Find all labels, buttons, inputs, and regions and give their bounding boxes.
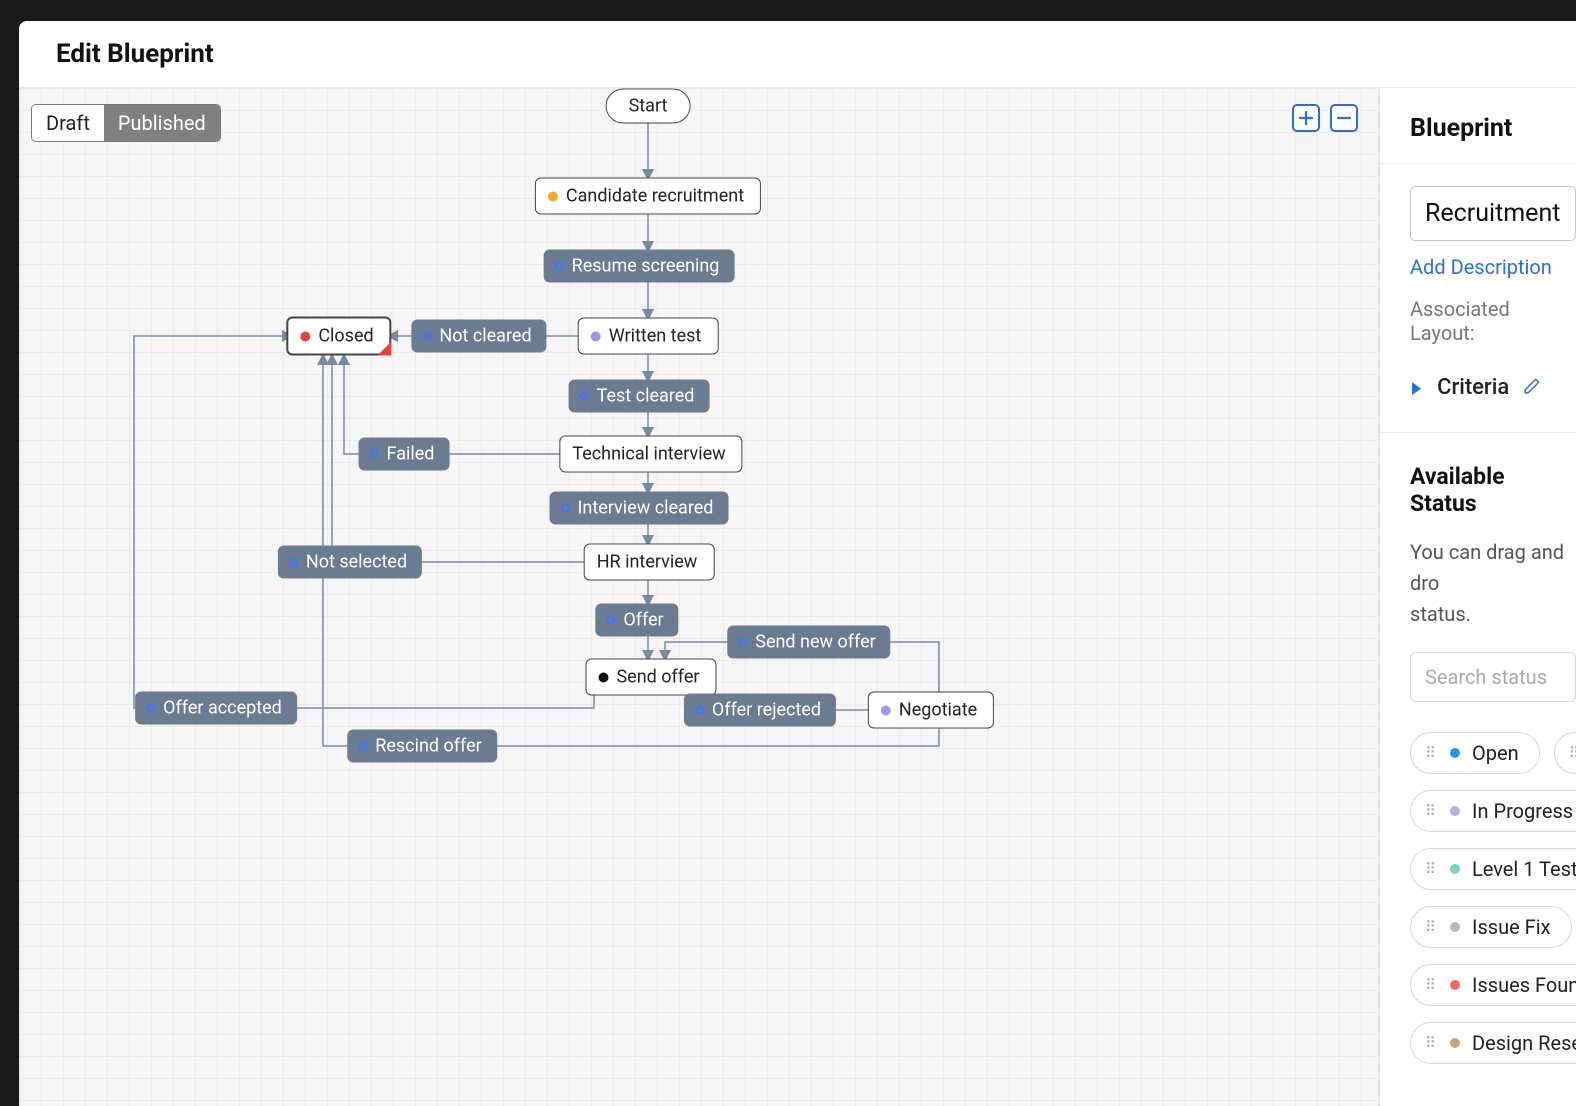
status-dot-icon: [548, 191, 558, 201]
node-label: Written test: [609, 326, 702, 347]
status-dot-icon: [300, 331, 310, 341]
status-pill-label: Open: [1472, 741, 1519, 765]
transition-ring-icon: [422, 332, 431, 341]
node-label: Closed: [318, 326, 373, 347]
criteria-label: Criteria: [1437, 375, 1509, 400]
node-label: Failed: [387, 444, 435, 465]
node-notselected[interactable]: Not selected: [278, 546, 422, 579]
available-status-hint: You can drag and dro status.: [1410, 537, 1576, 630]
status-dot-icon: [1450, 1038, 1460, 1048]
node-rescind[interactable]: Rescind offer: [347, 730, 497, 763]
node-label: Send new offer: [755, 632, 875, 653]
status-pill-open[interactable]: ⠿ Open: [1410, 732, 1540, 774]
node-label: Interview cleared: [578, 498, 714, 519]
status-dot-icon: [881, 705, 891, 715]
transition-ring-icon: [606, 616, 615, 625]
criteria-row[interactable]: ▶ Criteria: [1410, 375, 1576, 400]
node-label: Resume screening: [572, 256, 720, 277]
status-dot-icon: [591, 331, 601, 341]
blueprint-name-input[interactable]: [1410, 186, 1576, 241]
drag-handle-icon[interactable]: ⠿: [1425, 862, 1438, 877]
node-label: Offer rejected: [712, 700, 821, 721]
node-offer[interactable]: Offer: [595, 604, 678, 637]
node-closed[interactable]: Closed: [286, 317, 391, 356]
node-offacc[interactable]: Offer accepted: [135, 692, 297, 725]
drag-handle-icon[interactable]: ⠿: [1569, 746, 1576, 761]
node-label: Technical interview: [572, 444, 725, 465]
node-offrej[interactable]: Offer rejected: [684, 694, 836, 727]
transition-ring-icon: [695, 706, 704, 715]
transition-ring-icon: [561, 504, 570, 513]
node-label: Rescind offer: [375, 736, 482, 757]
edit-icon[interactable]: [1523, 377, 1541, 399]
node-label: Candidate recruitment: [566, 186, 744, 207]
closed-indicator-icon: [378, 342, 392, 356]
node-label: Send offer: [616, 667, 699, 688]
status-pill-label: Design Resear: [1472, 1031, 1576, 1055]
node-sendnew[interactable]: Send new offer: [727, 626, 890, 659]
drag-handle-icon[interactable]: ⠿: [1425, 746, 1438, 761]
node-label: Offer: [623, 610, 663, 631]
search-status-input[interactable]: [1410, 652, 1576, 702]
transition-ring-icon: [580, 392, 589, 401]
status-pill-design-resear[interactable]: ⠿ Design Resear: [1410, 1022, 1576, 1064]
sidebar-title: Blueprint: [1410, 114, 1576, 143]
node-sendoffer[interactable]: Send offer: [585, 659, 716, 696]
node-resume[interactable]: Resume screening: [544, 250, 735, 283]
node-failed[interactable]: Failed: [359, 438, 450, 471]
associated-layout-label: Associated Layout:: [1410, 297, 1576, 345]
status-dot-icon: [598, 672, 608, 682]
node-technical[interactable]: Technical interview: [559, 436, 742, 473]
transition-ring-icon: [738, 638, 747, 647]
status-pill-label: Level 1 Testing: [1472, 857, 1576, 881]
status-dot-icon: [1450, 864, 1460, 874]
status-pill-label: Issue Fix: [1472, 915, 1551, 939]
drag-handle-icon[interactable]: ⠿: [1425, 804, 1438, 819]
status-pill-in-progress[interactable]: ⠿ In Progress: [1410, 790, 1576, 832]
blueprint-sidebar: Blueprint Add Description Associated Lay…: [1378, 88, 1576, 1106]
node-written[interactable]: Written test: [578, 318, 719, 355]
node-negotiate[interactable]: Negotiate: [868, 692, 994, 729]
status-pill-issue-fix[interactable]: ⠿ Issue Fix: [1410, 906, 1572, 948]
transition-ring-icon: [146, 704, 155, 713]
transition-ring-icon: [555, 262, 564, 271]
transition-ring-icon: [370, 450, 379, 459]
node-label: Test cleared: [597, 386, 695, 407]
node-label: HR interview: [597, 552, 698, 573]
add-description-link[interactable]: Add Description: [1410, 255, 1552, 279]
chevron-right-icon: ▶: [1412, 378, 1421, 398]
status-dot-icon: [1450, 922, 1460, 932]
node-hr[interactable]: HR interview: [584, 544, 715, 581]
node-candidate[interactable]: Candidate recruitment: [535, 178, 761, 215]
node-label: Not cleared: [439, 326, 531, 347]
status-dot-icon: [1450, 748, 1460, 758]
node-testcleared[interactable]: Test cleared: [569, 380, 710, 413]
node-start[interactable]: Start: [606, 89, 691, 124]
drag-handle-icon[interactable]: ⠿: [1425, 920, 1438, 935]
node-label: Negotiate: [899, 700, 977, 721]
drag-handle-icon[interactable]: ⠿: [1425, 978, 1438, 993]
node-notcleared[interactable]: Not cleared: [411, 320, 546, 353]
transition-ring-icon: [289, 558, 298, 567]
status-dot-icon: [1450, 980, 1460, 990]
status-pill-more[interactable]: ⠿: [1554, 732, 1576, 774]
available-status-heading: Available Status: [1410, 463, 1576, 517]
status-pill-issues-found[interactable]: ⠿ Issues Found: [1410, 964, 1576, 1006]
blueprint-canvas[interactable]: Draft Published: [19, 88, 1378, 1106]
status-pill-label: In Progress: [1472, 799, 1573, 823]
node-label: Offer accepted: [163, 698, 282, 719]
page-title: Edit Blueprint: [56, 39, 214, 69]
status-dot-icon: [1450, 806, 1460, 816]
status-pill-label: Issues Found: [1472, 973, 1576, 997]
status-pill-level-1-testing[interactable]: ⠿ Level 1 Testing: [1410, 848, 1576, 890]
node-intcleared[interactable]: Interview cleared: [550, 492, 729, 525]
drag-handle-icon[interactable]: ⠿: [1425, 1036, 1438, 1051]
flow-edges: [19, 88, 1378, 1106]
transition-ring-icon: [358, 742, 367, 751]
node-label: Not selected: [306, 552, 407, 573]
